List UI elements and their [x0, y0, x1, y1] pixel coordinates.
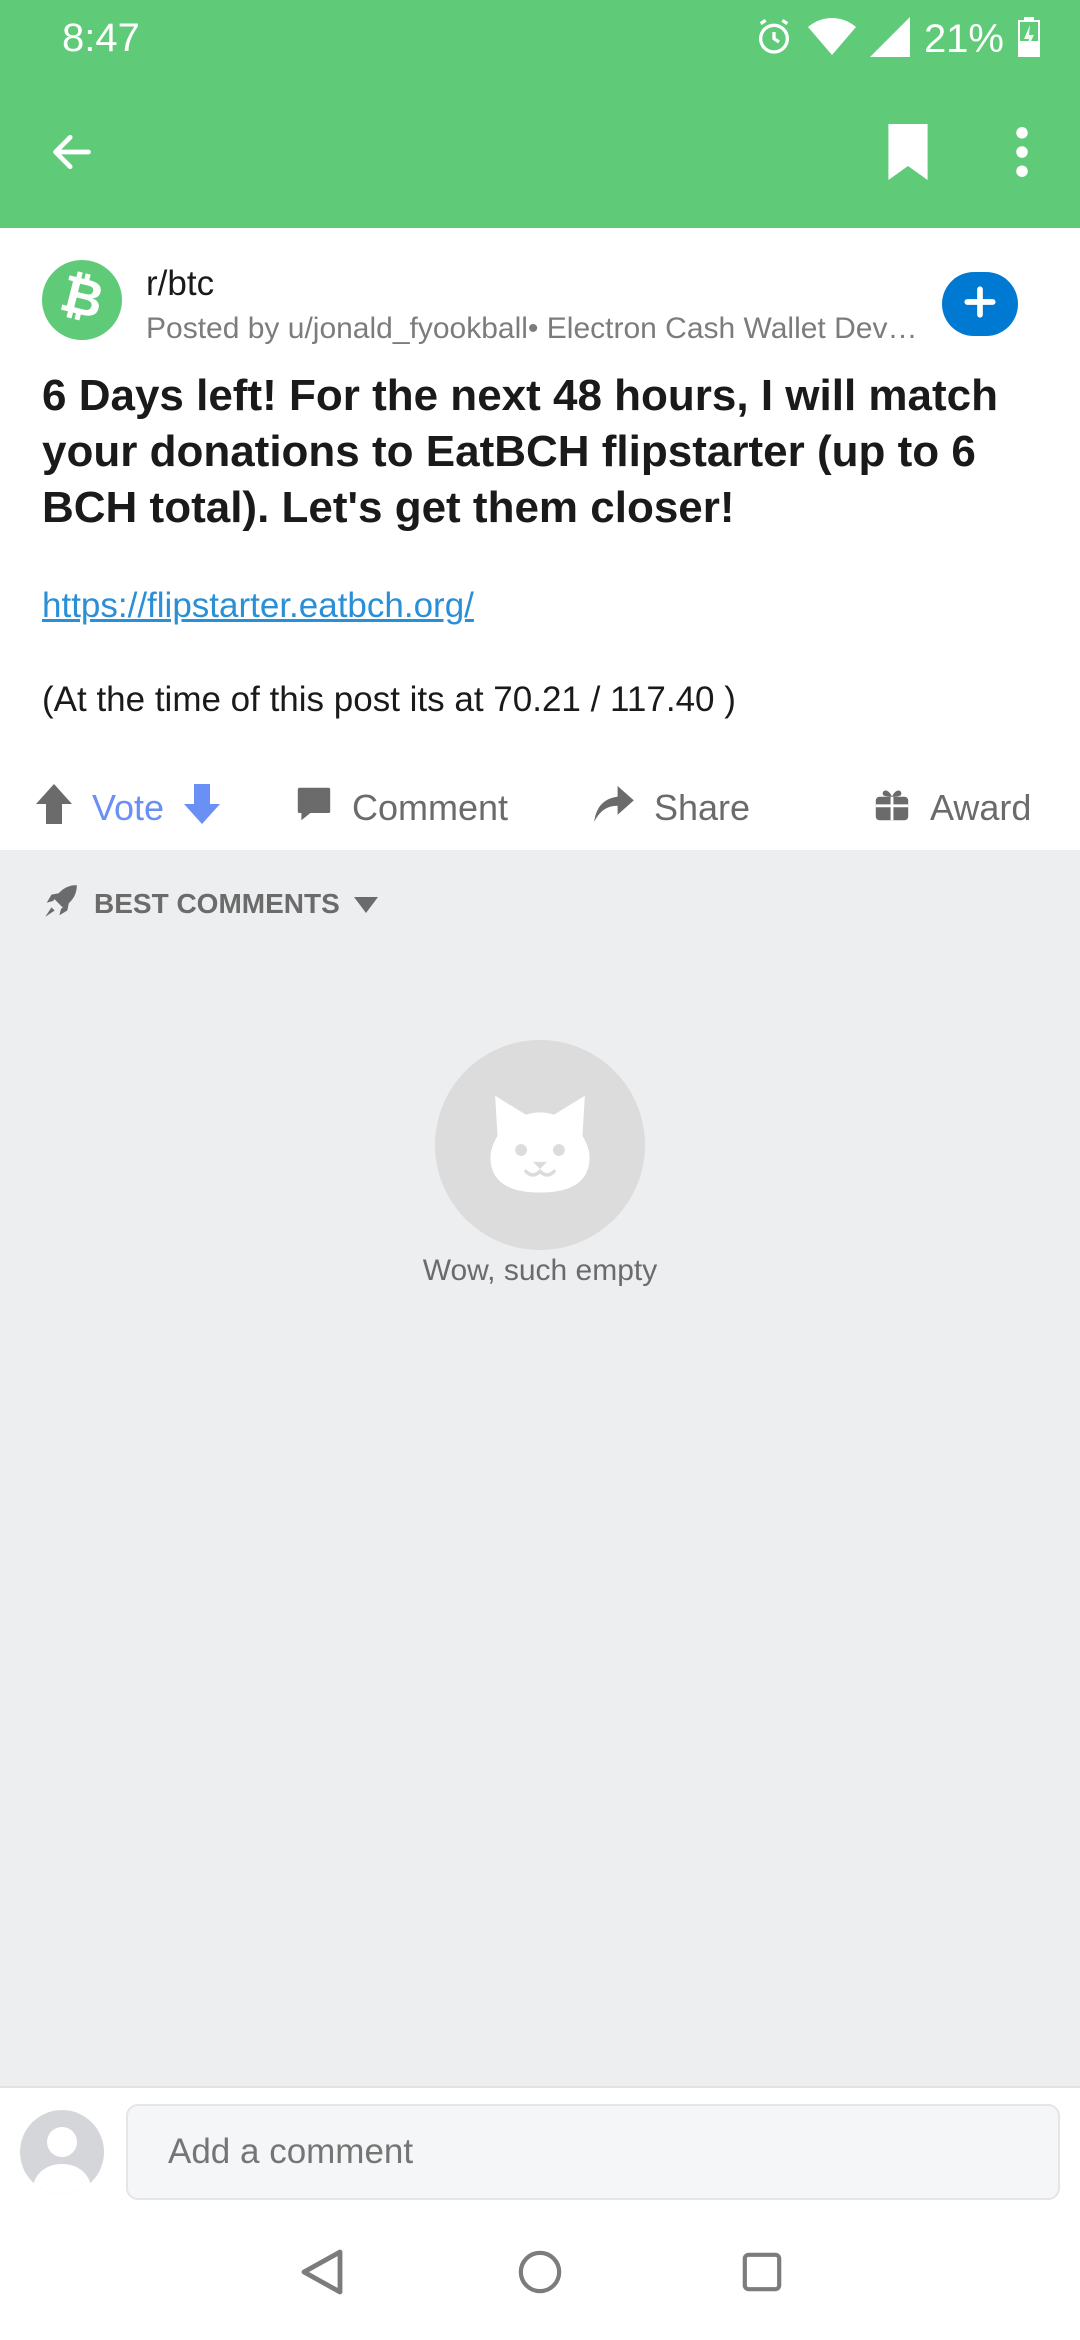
- nav-home-button[interactable]: [510, 2244, 570, 2304]
- empty-state-text: Wow, such empty: [422, 1254, 658, 1287]
- square-recents-icon: [741, 2251, 783, 2298]
- caret-down-icon: [353, 888, 378, 920]
- post-body: (At the time of this post its at 70.21 /…: [42, 680, 736, 719]
- join-subreddit-button[interactable]: [942, 272, 1018, 336]
- arrow-left-icon: [47, 130, 97, 179]
- status-time: 8:47: [62, 16, 140, 60]
- cat-face-icon: [481, 1084, 599, 1207]
- arrow-up-icon: [36, 783, 72, 832]
- bitcoin-logo-icon: ₿: [54, 263, 110, 331]
- comment-sort-button[interactable]: BEST COMMENTS: [42, 884, 378, 924]
- vote-group: Vote: [36, 766, 221, 850]
- circle-home-icon: [517, 2249, 563, 2300]
- save-post-button[interactable]: [876, 118, 940, 190]
- comment-label: Comment: [352, 787, 509, 828]
- more-vertical-icon: [1016, 126, 1028, 182]
- post-actions: Vote Comment Share Award: [0, 766, 1080, 850]
- posted-by[interactable]: Posted by u/jonald_fyookball• Electron C…: [146, 312, 921, 346]
- app-bar: [0, 80, 1080, 228]
- user-avatar[interactable]: [20, 2110, 104, 2194]
- triangle-back-icon: [300, 2248, 344, 2301]
- gift-icon: [874, 786, 910, 831]
- share-label: Share: [654, 787, 751, 828]
- add-comment-bar: [0, 2086, 1080, 2210]
- battery-percent: 21%: [923, 16, 1004, 61]
- award-button[interactable]: Award: [874, 766, 1031, 850]
- subreddit-avatar[interactable]: ₿: [42, 260, 122, 340]
- comment-bubble-icon: [296, 786, 332, 831]
- bookmark-icon: [885, 123, 931, 185]
- comment-input[interactable]: [126, 2104, 1060, 2200]
- post-card: ₿ r/btc Posted by u/jonald_fyookball• El…: [0, 228, 1080, 850]
- wifi-icon: [807, 17, 856, 62]
- empty-state-illustration: [435, 1040, 645, 1250]
- back-button[interactable]: [40, 122, 104, 186]
- status-bar: 8:47 21%: [0, 0, 1080, 80]
- svg-text:₿: ₿: [55, 270, 110, 326]
- plus-icon: [963, 285, 997, 324]
- rocket-icon: [42, 882, 80, 927]
- sort-label: BEST COMMENTS: [94, 888, 340, 919]
- nav-recents-button[interactable]: [732, 2244, 792, 2304]
- upvote-button[interactable]: [36, 783, 72, 833]
- user-silhouette-icon: [20, 2127, 104, 2194]
- share-arrow-icon: [594, 785, 634, 831]
- comment-button[interactable]: Comment: [296, 766, 508, 850]
- subreddit-name[interactable]: r/btc: [146, 264, 214, 304]
- award-label: Award: [930, 787, 1032, 828]
- more-options-button[interactable]: [1000, 118, 1044, 190]
- vote-label: Vote: [92, 787, 165, 828]
- post-link[interactable]: https://flipstarter.eatbch.org/: [42, 586, 474, 626]
- share-button[interactable]: Share: [594, 766, 750, 850]
- nav-back-button[interactable]: [292, 2244, 352, 2304]
- arrow-down-icon: [184, 783, 221, 832]
- signal-icon: [869, 16, 910, 62]
- post-title: 6 Days left! For the next 48 hours, I wi…: [42, 371, 999, 532]
- battery-charging-icon: [1018, 16, 1040, 62]
- status-icons: 21%: [754, 14, 1040, 64]
- alarm-icon: [754, 17, 794, 62]
- system-nav-bar: [0, 2210, 1080, 2340]
- downvote-button[interactable]: [184, 783, 221, 833]
